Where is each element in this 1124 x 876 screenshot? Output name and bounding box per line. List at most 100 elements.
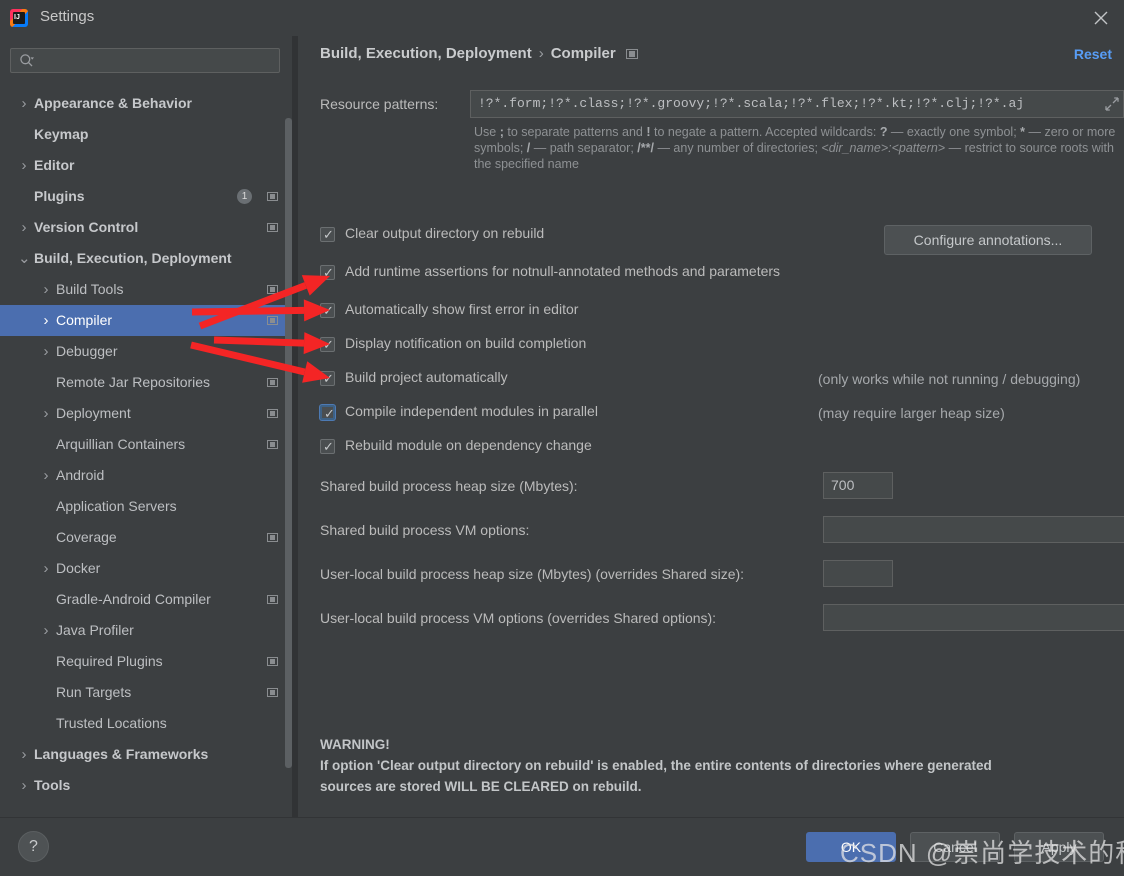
window-title: Settings bbox=[40, 8, 95, 25]
breadcrumb-separator: › bbox=[538, 45, 544, 62]
sidebar-item-compiler[interactable]: › Compiler bbox=[0, 305, 292, 336]
sidebar-item-plugins[interactable]: Plugins 1 bbox=[0, 181, 292, 212]
sidebar-item-version-control[interactable]: › Version Control bbox=[0, 212, 292, 243]
checkbox-compile-independent-modules-in-parallel[interactable]: ✓ bbox=[320, 405, 335, 421]
modified-marker-icon bbox=[267, 285, 278, 294]
sidebar-item-tools[interactable]: › Tools bbox=[0, 770, 292, 801]
breadcrumb: Build, Execution, Deployment › Compiler bbox=[320, 45, 638, 62]
search-input[interactable] bbox=[40, 51, 274, 72]
help-text-2g: — bbox=[945, 141, 962, 155]
help-text-1a: Use bbox=[474, 125, 500, 139]
sidebar-item-label: Build Tools bbox=[56, 281, 124, 297]
sidebar-item-label: Gradle-Android Compiler bbox=[56, 591, 211, 607]
check-icon: ✓ bbox=[323, 337, 334, 352]
sidebar-item-appearance-behavior[interactable]: › Appearance & Behavior bbox=[0, 88, 292, 119]
checkbox-display-notification-on-build-completion[interactable]: ✓ bbox=[320, 337, 335, 352]
sidebar-item-deployment[interactable]: › Deployment bbox=[0, 398, 292, 429]
reset-button[interactable]: Reset bbox=[1074, 46, 1112, 62]
modified-marker-icon bbox=[267, 657, 278, 666]
sidebar-item-build-execution-deployment[interactable]: ⌄ Build, Execution, Deployment bbox=[0, 243, 292, 274]
field-input-user-local-build-process-heap-size-mbytes-overrides-shared-size[interactable] bbox=[823, 560, 893, 587]
sidebar-item-label: Required Plugins bbox=[56, 653, 163, 669]
resource-patterns-field[interactable]: !?*.form;!?*.class;!?*.groovy;!?*.scala;… bbox=[470, 90, 1124, 118]
chevron-right-icon[interactable]: › bbox=[18, 739, 30, 770]
field-input-shared-build-process-vm-options[interactable] bbox=[823, 516, 1124, 543]
warning-line-1: If option 'Clear output directory on reb… bbox=[320, 758, 992, 773]
sidebar-item-run-targets[interactable]: Run Targets bbox=[0, 677, 292, 708]
checkbox-rebuild-module-on-dependency-change[interactable]: ✓ bbox=[320, 439, 335, 454]
sidebar-item-required-plugins[interactable]: Required Plugins bbox=[0, 646, 292, 677]
help-text-1d: ! bbox=[646, 125, 654, 139]
sidebar-scrollbar-thumb[interactable] bbox=[285, 118, 292, 768]
settings-sidebar: › Appearance & Behavior Keymap › Editor Plugi… bbox=[0, 36, 292, 817]
help-text-2c: — path separator; bbox=[533, 141, 638, 155]
sidebar-item-trusted-locations[interactable]: Trusted Locations bbox=[0, 708, 292, 739]
field-input-user-local-build-process-vm-options-overrides-shared-options[interactable] bbox=[823, 604, 1124, 631]
sidebar-item-keymap[interactable]: Keymap bbox=[0, 119, 292, 150]
sidebar-item-gradle-android-compiler[interactable]: Gradle-Android Compiler bbox=[0, 584, 292, 615]
watermark: CSDN @崇尚学技术的科班人 bbox=[840, 838, 1124, 868]
chevron-right-icon[interactable]: › bbox=[18, 88, 30, 119]
sidebar-item-label: Deployment bbox=[56, 405, 131, 421]
sidebar-item-editor[interactable]: › Editor bbox=[0, 150, 292, 181]
field-value: 700 bbox=[831, 477, 855, 493]
chevron-right-icon[interactable]: › bbox=[40, 305, 52, 336]
configure-annotations-button[interactable]: Configure annotations... bbox=[884, 225, 1092, 255]
checkbox-clear-output-directory-on-rebuild[interactable]: ✓ bbox=[320, 227, 335, 242]
sidebar-item-build-tools[interactable]: › Build Tools bbox=[0, 274, 292, 305]
sidebar-item-java-profiler[interactable]: › Java Profiler bbox=[0, 615, 292, 646]
help-text-2e: — any number of directories; bbox=[657, 141, 822, 155]
resource-patterns-label: Resource patterns: bbox=[320, 96, 439, 112]
sidebar-item-label: Tools bbox=[34, 777, 71, 793]
expand-icon[interactable] bbox=[1105, 97, 1119, 114]
help-icon[interactable]: ? bbox=[18, 831, 49, 862]
chevron-right-icon[interactable]: › bbox=[18, 150, 30, 181]
help-text-1c: to separate patterns and bbox=[507, 125, 647, 139]
breadcrumb-parent[interactable]: Build, Execution, Deployment bbox=[320, 45, 532, 62]
sidebar-scrollbar[interactable] bbox=[285, 118, 292, 768]
help-text-2b: / bbox=[526, 141, 534, 155]
hint-parallel-compile: (may require larger heap size) bbox=[818, 405, 1005, 421]
sidebar-item-docker[interactable]: › Docker bbox=[0, 553, 292, 584]
field-input-shared-build-process-heap-size-mbytes[interactable]: 700 bbox=[823, 472, 893, 499]
warning-title: WARNING! bbox=[320, 737, 390, 752]
sidebar-item-application-servers[interactable]: Application Servers bbox=[0, 491, 292, 522]
chevron-right-icon[interactable]: › bbox=[40, 553, 52, 584]
sidebar-item-label: Arquillian Containers bbox=[56, 436, 186, 452]
check-icon: ✓ bbox=[323, 227, 334, 242]
resource-patterns-help: Use ; to separate patterns and ! to nega… bbox=[474, 124, 1124, 172]
check-icon: ✓ bbox=[323, 371, 334, 386]
sidebar-item-label: Version Control bbox=[34, 219, 139, 235]
sidebar-item-remote-jar-repositories[interactable]: Remote Jar Repositories bbox=[0, 367, 292, 398]
help-text-1g: — exactly one symbol; bbox=[890, 125, 1021, 139]
checkbox-add-runtime-assertions-for-notnull-annotated-methods-and-parameters[interactable]: ✓ bbox=[320, 265, 335, 280]
chevron-right-icon[interactable]: › bbox=[40, 615, 52, 646]
chevron-right-icon[interactable]: › bbox=[40, 398, 52, 429]
help-text-1e: to negate a pattern. Accepted wildcards: bbox=[653, 125, 880, 139]
chevron-right-icon[interactable]: › bbox=[40, 274, 52, 305]
field-label-user-local-build-process-heap-size-mbytes-overrides-shared-size: User-local build process heap size (Mbyt… bbox=[320, 566, 745, 582]
close-icon[interactable] bbox=[1078, 0, 1124, 36]
chevron-down-icon[interactable]: ⌄ bbox=[18, 243, 31, 274]
sidebar-item-label: Editor bbox=[34, 157, 75, 173]
chevron-right-icon[interactable]: › bbox=[18, 212, 30, 243]
checkbox-label: Compile independent modules in parallel bbox=[345, 403, 598, 419]
sidebar-item-label: Android bbox=[56, 467, 105, 483]
sidebar-item-languages-frameworks[interactable]: › Languages & Frameworks bbox=[0, 739, 292, 770]
checkbox-build-project-automatically[interactable]: ✓ bbox=[320, 371, 335, 386]
chevron-right-icon[interactable]: › bbox=[40, 460, 52, 491]
search-field-wrapper bbox=[10, 48, 282, 75]
sidebar-item-debugger[interactable]: › Debugger bbox=[0, 336, 292, 367]
check-icon: ✓ bbox=[324, 406, 335, 421]
settings-dialog: Settings ›Appearance & BehaviorKeymap›Ed… bbox=[0, 0, 1124, 876]
check-icon: ✓ bbox=[323, 303, 334, 318]
modified-marker-icon bbox=[267, 409, 278, 418]
chevron-right-icon[interactable]: › bbox=[40, 336, 52, 367]
checkbox-automatically-show-first-error-in-editor[interactable]: ✓ bbox=[320, 303, 335, 318]
chevron-right-icon[interactable]: › bbox=[18, 770, 30, 801]
sidebar-item-android[interactable]: › Android bbox=[0, 460, 292, 491]
sidebar-item-arquillian-containers[interactable]: Arquillian Containers bbox=[0, 429, 292, 460]
sidebar-item-label: Build, Execution, Deployment bbox=[34, 250, 232, 266]
sidebar-item-coverage[interactable]: Coverage bbox=[0, 522, 292, 553]
checkbox-label: Automatically show first error in editor bbox=[345, 301, 579, 317]
